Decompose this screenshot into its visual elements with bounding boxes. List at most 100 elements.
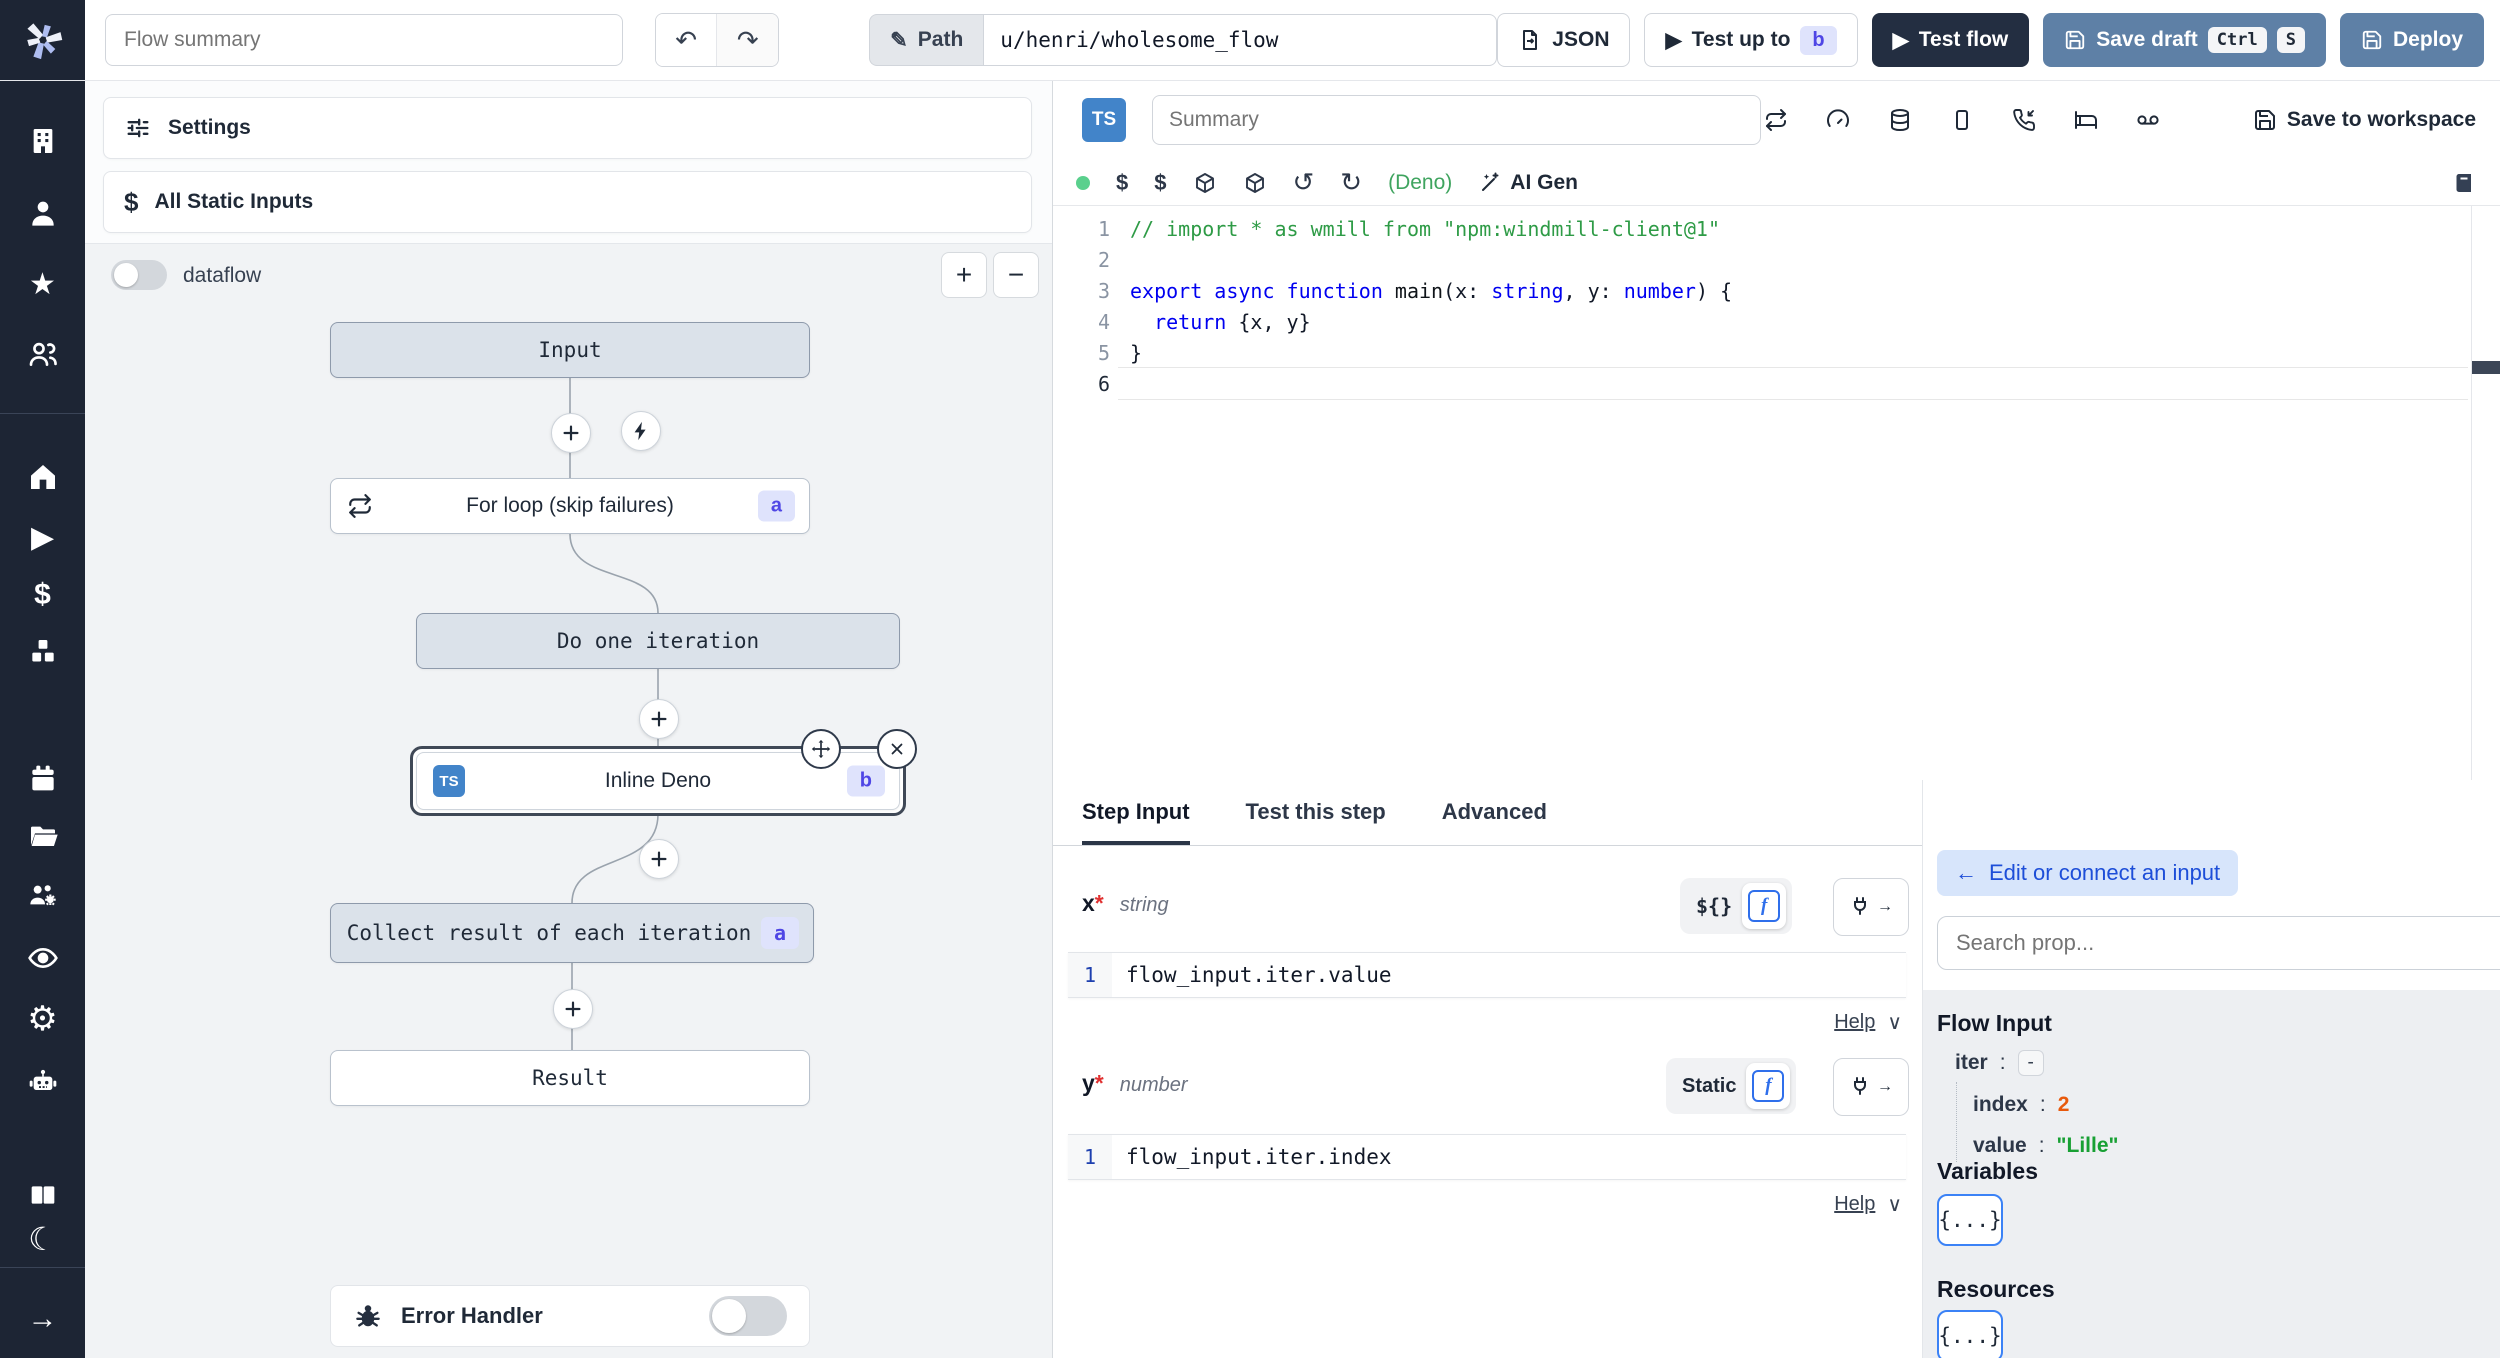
flow-node-iteration[interactable]: Do one iteration — [416, 613, 900, 669]
phone-incoming-icon[interactable] — [2012, 108, 2036, 132]
arrow-right-icon: → — [1877, 898, 1893, 915]
test-up-to-button[interactable]: ▶ Test up to b — [1644, 13, 1858, 67]
add-step-button[interactable] — [639, 699, 679, 739]
repeat-icon[interactable] — [1764, 108, 1788, 132]
prop-search-input[interactable] — [1937, 916, 2500, 970]
sidebar-item-ai[interactable] — [0, 1062, 85, 1102]
zoom-in-button[interactable]: + — [941, 252, 987, 298]
delete-step-button[interactable] — [877, 729, 917, 769]
sidebar-item-user[interactable] — [0, 193, 85, 233]
collapse-button[interactable]: - — [2017, 1050, 2044, 1076]
minimap-slider[interactable] — [2472, 361, 2500, 374]
save-draft-button[interactable]: Save draft Ctrl S — [2043, 13, 2326, 67]
plus-icon — [651, 711, 667, 727]
sidebar-item-runs[interactable]: ▶ — [0, 518, 85, 558]
field-x-help[interactable]: Help ∨ — [1834, 1010, 1902, 1035]
package-icon[interactable] — [1243, 171, 1267, 195]
tab-step-input[interactable]: Step Input — [1082, 799, 1190, 845]
flow-settings-button[interactable]: Settings — [103, 97, 1032, 159]
add-trigger-button[interactable] — [621, 411, 661, 451]
move-icon — [811, 739, 831, 759]
sidebar-item-favorites[interactable]: ★ — [0, 265, 85, 305]
code-content[interactable]: // import * as wmill from "npm:windmill-… — [1130, 214, 1732, 400]
field-y-connect-button[interactable]: → — [1833, 1058, 1909, 1116]
sidebar-item-members[interactable] — [0, 334, 85, 374]
plus-icon — [651, 851, 667, 867]
package-icon[interactable] — [1193, 171, 1217, 195]
ai-gen-button[interactable]: AI Gen — [1478, 171, 1578, 195]
all-static-inputs-button[interactable]: $ All Static Inputs — [103, 171, 1032, 233]
plus-icon — [565, 1001, 581, 1017]
sidebar-item-resources[interactable] — [0, 632, 85, 672]
tab-advanced[interactable]: Advanced — [1442, 799, 1547, 845]
window-icon[interactable] — [1950, 108, 1974, 132]
flow-summary-input[interactable] — [105, 14, 623, 66]
sidebar-item-variables[interactable]: $ — [0, 575, 85, 615]
bed-icon[interactable] — [2074, 108, 2098, 132]
library-book-icon[interactable] — [2452, 171, 2476, 195]
prop-row-value[interactable]: value : "Lille" — [1973, 1134, 2118, 1158]
flow-node-input[interactable]: Input — [330, 322, 810, 378]
voicemail-icon[interactable] — [2136, 108, 2160, 132]
sidebar-item-settings[interactable]: ⚙ — [0, 999, 85, 1039]
sidebar-item-groups[interactable] — [0, 875, 85, 915]
prop-row-iter[interactable]: iter : - — [1955, 1050, 2044, 1076]
variables-object-button[interactable]: {...} — [1937, 1194, 2003, 1246]
undo-button[interactable]: ↶ — [655, 14, 717, 66]
sidebar-item-docs[interactable] — [0, 1175, 85, 1215]
add-step-button[interactable] — [553, 989, 593, 1029]
field-x-expression-editor[interactable]: 1 flow_input.iter.value — [1068, 952, 1906, 998]
error-handler-label: Error Handler — [401, 1303, 543, 1328]
sidebar-item-workspace[interactable] — [0, 121, 85, 161]
sidebar-item-audit-logs[interactable] — [0, 938, 85, 978]
error-handler-toggle[interactable] — [709, 1296, 787, 1336]
gauge-icon[interactable] — [1826, 108, 1850, 132]
edit-or-connect-button[interactable]: ← Edit or connect an input — [1937, 850, 2239, 896]
path-input[interactable] — [983, 14, 1498, 66]
move-step-button[interactable] — [801, 729, 841, 769]
flow-node-result[interactable]: Result — [330, 1050, 810, 1106]
refresh-icon[interactable]: ↻ — [1340, 167, 1362, 198]
flow-node-inline-deno-selected[interactable]: TS Inline Deno b — [410, 729, 917, 816]
minimap[interactable] — [2471, 206, 2472, 780]
add-step-button[interactable] — [551, 413, 591, 453]
add-step-button[interactable] — [639, 839, 679, 879]
dollar-icon[interactable]: $ — [1154, 170, 1166, 196]
flow-node-forloop[interactable]: For loop (skip failures) a — [330, 478, 810, 534]
field-x-connect-button[interactable]: → — [1833, 878, 1909, 936]
sidebar-item-home[interactable] — [0, 457, 85, 497]
calendar-icon — [31, 765, 54, 791]
sidebar-item-theme[interactable]: ☾ — [0, 1219, 85, 1259]
dataflow-toggle[interactable] — [111, 260, 167, 290]
save-to-workspace-button[interactable]: Save to workspace — [2253, 80, 2476, 160]
rotate-ccw-icon[interactable]: ↺ — [1293, 167, 1315, 198]
windmill-logo[interactable] — [0, 0, 85, 80]
test-flow-label: Test flow — [1918, 28, 2009, 51]
prop-row-index[interactable]: index : 2 — [1973, 1093, 2069, 1117]
flow-node-collect[interactable]: Collect result of each iteration a — [330, 903, 814, 963]
static-mode-button[interactable]: Static — [1682, 1075, 1736, 1098]
step-summary-input[interactable] — [1152, 95, 1761, 145]
sidebar-item-folders[interactable] — [0, 816, 85, 856]
template-mode-button[interactable]: ${} — [1696, 894, 1732, 918]
test-flow-button[interactable]: ▶ Test flow — [1871, 13, 2030, 67]
resources-object-button[interactable]: {...} — [1937, 1310, 2003, 1358]
javascript-mode-button[interactable]: f — [1742, 883, 1787, 929]
sidebar-item-schedules[interactable] — [0, 759, 85, 799]
javascript-mode-button[interactable]: f — [1746, 1063, 1791, 1109]
zoom-out-button[interactable]: − — [993, 252, 1039, 298]
field-y-help[interactable]: Help ∨ — [1834, 1192, 1902, 1217]
deploy-button[interactable]: Deploy — [2339, 13, 2484, 67]
tab-test-this-step[interactable]: Test this step — [1246, 799, 1386, 845]
path-edit-button[interactable]: ✎ Path — [869, 14, 984, 66]
redo-button[interactable]: ↷ — [716, 14, 779, 66]
json-button-label: JSON — [1552, 28, 1610, 51]
minus-icon: − — [1007, 259, 1025, 290]
dollar-icon[interactable]: $ — [1116, 170, 1128, 196]
editor-header-icons — [1764, 80, 2160, 160]
json-button[interactable]: JSON — [1497, 13, 1631, 67]
code-editor[interactable]: 1 2 3 4 5 6 // import * as wmill from "n… — [1052, 206, 2500, 780]
database-icon[interactable] — [1888, 108, 1912, 132]
field-y-expression-editor[interactable]: 1 flow_input.iter.index — [1068, 1134, 1906, 1180]
sidebar-collapse-button[interactable]: → — [0, 1299, 85, 1339]
